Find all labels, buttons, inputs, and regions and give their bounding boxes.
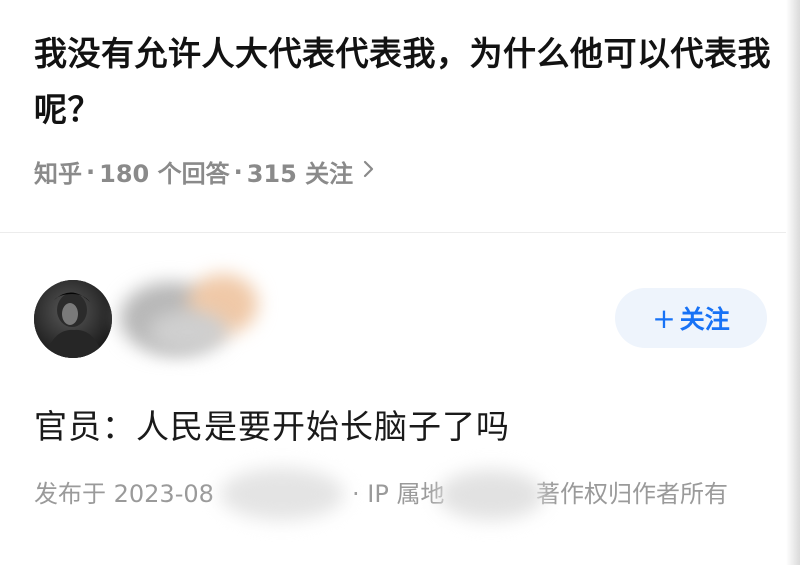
chevron-right-icon[interactable]	[363, 159, 375, 185]
ip-redaction	[438, 470, 544, 520]
follower-count: 315 关注	[246, 160, 354, 188]
plus-icon: +	[652, 301, 676, 335]
source-label: 知乎	[34, 160, 82, 188]
author-name-redacted	[118, 270, 268, 362]
answer-footer: 发布于 2023-08 · IP 属地 著作权归作者所有	[34, 468, 774, 520]
question-meta[interactable]: 知乎 · 180 个回答 · 315 关注	[34, 154, 375, 189]
section-divider	[0, 232, 800, 233]
copyright-notice: 著作权归作者所有	[536, 480, 728, 508]
meta-separator: ·	[233, 157, 243, 186]
question-title[interactable]: 我没有允许人大代表代表我，为什么他可以代表我呢？	[34, 26, 774, 138]
author-avatar[interactable]	[34, 280, 112, 358]
follow-label: 关注	[679, 305, 730, 334]
date-redaction	[220, 468, 344, 520]
follow-button[interactable]: + 关注	[615, 288, 767, 348]
answer-count: 180 个回答	[99, 160, 230, 188]
publish-date: 发布于 2023-08	[34, 480, 214, 508]
screen-edge-shadow	[786, 0, 800, 565]
meta-separator: ·	[86, 157, 96, 186]
answer-content[interactable]: 官员：人民是要开始长脑子了吗	[34, 400, 510, 448]
ip-location-label: · IP 属地	[352, 480, 445, 508]
